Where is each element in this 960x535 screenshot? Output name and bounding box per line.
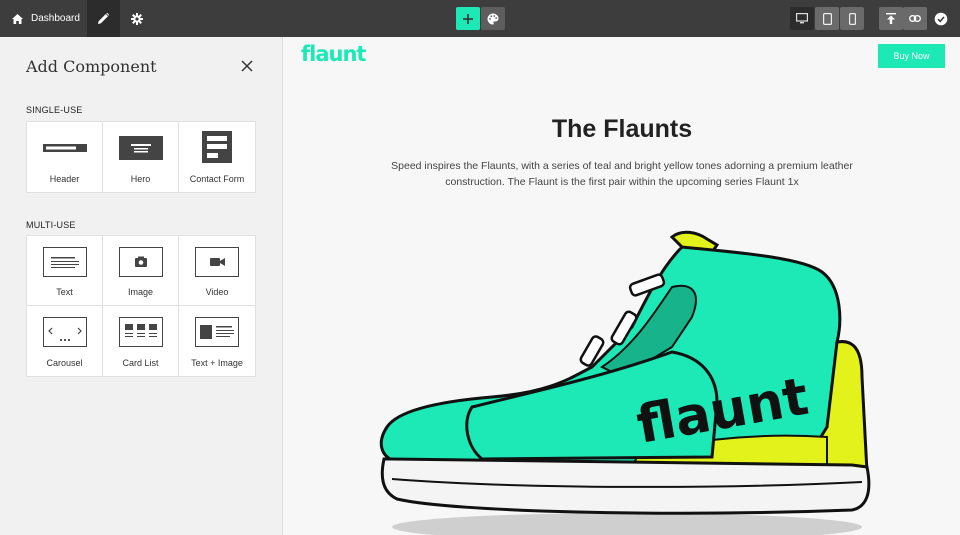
mobile-icon [848,12,856,25]
hero-description: Speed inspires the Flaunts, with a serie… [391,160,853,188]
brand-logo[interactable]: flaunt [301,42,366,66]
text-image-icon [195,317,239,347]
publish-icon [886,13,896,24]
publish-button[interactable] [879,7,903,30]
panel-title: Add Component [26,57,157,76]
multi-use-grid: Text Image Video Carousel Card List Text… [26,235,256,377]
single-use-grid: Header Hero Contact Form [26,121,256,193]
component-video[interactable]: Video [179,236,255,306]
component-header[interactable]: Header [27,122,103,192]
link-icon [909,15,921,22]
component-label: Video [205,287,229,297]
theme-button[interactable] [481,7,505,30]
hero-title: The Flaunts [551,115,693,143]
plus-icon [463,13,473,24]
carousel-icon [42,317,87,347]
component-label: Card List [122,358,159,368]
component-text-image[interactable]: Text + Image [179,306,255,376]
component-label: Text [56,287,73,297]
gear-icon [130,12,143,25]
contact-form-icon [202,131,232,163]
link-button[interactable] [903,7,927,30]
add-component-button[interactable] [456,7,480,30]
hero-component-icon [118,136,163,160]
desktop-icon [796,13,808,24]
card-list-icon [118,317,163,347]
component-hero[interactable]: Hero [103,122,179,192]
settings-button[interactable] [120,0,153,37]
dashboard-label: Dashboard [31,13,80,24]
top-toolbar: Dashboard [0,0,960,37]
sneaker-illustration: flaunt [379,230,871,535]
component-label: Hero [130,174,151,184]
add-component-panel: Add Component SINGLE-USE Header Hero Con… [0,37,283,535]
close-icon[interactable] [240,59,254,73]
component-carousel[interactable]: Carousel [27,306,103,376]
tablet-icon [822,12,832,25]
pencil-icon [98,13,109,24]
home-icon [12,13,23,24]
header-component-icon [42,144,87,152]
video-camera-icon [195,247,239,277]
multi-use-label: MULTI-USE [26,220,76,230]
palette-icon [487,13,499,24]
buy-now-button[interactable]: Buy Now [878,44,945,68]
component-label: Image [127,287,153,297]
component-card-list[interactable]: Card List [103,306,179,376]
camera-icon [118,247,163,277]
component-image[interactable]: Image [103,236,179,306]
component-contact-form[interactable]: Contact Form [179,122,255,192]
component-label: Carousel [46,358,83,368]
text-component-icon [42,247,87,277]
dashboard-link[interactable]: Dashboard [0,0,87,37]
tablet-view-button[interactable] [815,7,839,30]
component-label: Header [49,174,80,184]
check-icon[interactable] [934,12,948,26]
component-label: Text + Image [191,358,243,368]
edit-button[interactable] [87,0,120,37]
mobile-view-button[interactable] [840,7,864,30]
page-preview: flaunt Buy Now The Flaunts Speed inspire… [284,37,960,535]
component-text[interactable]: Text [27,236,103,306]
desktop-view-button[interactable] [790,7,814,30]
component-label: Contact Form [189,174,245,184]
single-use-label: SINGLE-USE [26,105,83,115]
